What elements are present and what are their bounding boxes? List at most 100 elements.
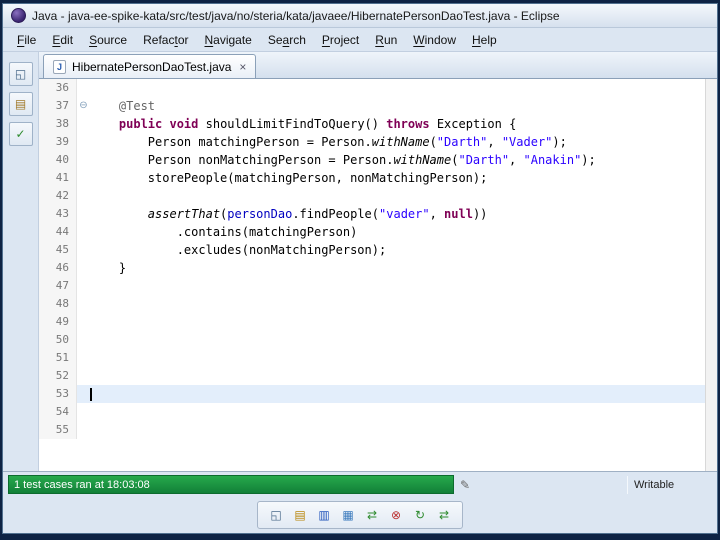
test-progress-bar: 1 test cases ran at 18:03:08	[8, 475, 454, 494]
line-number: 50	[39, 331, 77, 349]
relaunch-icon[interactable]: ⇄	[434, 505, 454, 525]
package-explorer-icon[interactable]: ▤	[8, 92, 33, 116]
tab-close-icon[interactable]: ×	[237, 60, 246, 74]
restore-view-icon[interactable]: ◱	[8, 62, 33, 86]
code-line-body	[77, 79, 705, 97]
title-bar[interactable]: Java - java-ee-spike-kata/src/test/java/…	[3, 4, 717, 28]
line-number: 49	[39, 313, 77, 331]
line-number: 38	[39, 115, 77, 133]
code-line-body: ⊖ @Test	[77, 97, 705, 115]
code-lines: 36 37 ⊖ @Test 38 public void shouldLimitFin…	[39, 79, 705, 471]
bottom-toolbar: ◱ ▤ ▥ ▦ ⇄ ⊗ ↻ ⇄	[257, 501, 463, 529]
fold-margin	[77, 349, 90, 367]
line-number: 47	[39, 277, 77, 295]
menu-item-project[interactable]: Project	[314, 30, 367, 50]
code-line[interactable]: 46 }	[39, 259, 705, 277]
line-number: 46	[39, 259, 77, 277]
code-text: storePeople(matchingPerson, nonMatchingP…	[90, 171, 488, 185]
line-number: 48	[39, 295, 77, 313]
menu-bar: File Edit Source Refactor Navigate Search Proj…	[3, 28, 717, 52]
line-number: 51	[39, 349, 77, 367]
rerun-tests-icon[interactable]: ⇄	[362, 505, 382, 525]
code-line[interactable]: 54	[39, 403, 705, 421]
editor-stack: J HibernatePersonDaoTest.java × 36 37 ⊖ @T…	[39, 52, 717, 471]
fold-margin	[77, 259, 90, 277]
code-line[interactable]: 38 public void shouldLimitFindToQuery() …	[39, 115, 705, 133]
test-progress-text: 1 test cases ran at 18:03:08	[14, 478, 150, 491]
stop-test-icon[interactable]: ⊗	[386, 505, 406, 525]
code-line-body	[77, 295, 705, 313]
test-report-icon[interactable]: ▥	[314, 505, 334, 525]
fold-margin	[77, 295, 90, 313]
menu-item-source[interactable]: Source	[81, 30, 135, 50]
menu-item-search[interactable]: Search	[260, 30, 314, 50]
line-number: 42	[39, 187, 77, 205]
code-line-body	[77, 277, 705, 295]
code-line[interactable]: 50	[39, 331, 705, 349]
line-number: 45	[39, 241, 77, 259]
code-line-body: assertThat(personDao.findPeople("vader",…	[77, 205, 705, 223]
code-line-body: storePeople(matchingPerson, nonMatchingP…	[77, 169, 705, 187]
code-line[interactable]: 55	[39, 421, 705, 439]
code-line[interactable]: 45 .excludes(nonMatchingPerson);	[39, 241, 705, 259]
code-line[interactable]: 53	[39, 385, 705, 403]
tab-hibernatepersondaotest[interactable]: J HibernatePersonDaoTest.java ×	[43, 54, 257, 78]
console-icon[interactable]: ▦	[338, 505, 358, 525]
menu-item-window[interactable]: Window	[405, 30, 464, 50]
fold-margin	[77, 367, 90, 385]
code-line[interactable]: 47	[39, 277, 705, 295]
menu-item-help[interactable]: Help	[464, 30, 505, 50]
code-line-body: .excludes(nonMatchingPerson);	[77, 241, 705, 259]
code-line[interactable]: 39 Person matchingPerson = Person.withNa…	[39, 133, 705, 151]
code-line-body: }	[77, 259, 705, 277]
code-line[interactable]: 44 .contains(matchingPerson)	[39, 223, 705, 241]
code-line[interactable]: 40 Person nonMatchingPerson = Person.wit…	[39, 151, 705, 169]
pencil-icon: ✎	[460, 477, 471, 492]
code-line-body	[77, 349, 705, 367]
line-number: 37	[39, 97, 77, 115]
menu-item-refactor[interactable]: Refactor	[135, 30, 196, 50]
code-line[interactable]: 49	[39, 313, 705, 331]
rerun-failed-test-icon[interactable]: ↻	[410, 505, 430, 525]
menu-item-run[interactable]: Run	[367, 30, 405, 50]
main-content: ◱ ▤ ✓ J HibernatePersonDaoTest.java × 36 37…	[3, 52, 717, 471]
code-text: @Test	[118, 99, 156, 113]
code-text: .excludes(nonMatchingPerson);	[90, 243, 387, 257]
menu-item-edit[interactable]: Edit	[44, 30, 81, 50]
fold-margin	[77, 403, 90, 421]
code-line[interactable]: 41 storePeople(matchingPerson, nonMatchi…	[39, 169, 705, 187]
restore-junit-view-icon[interactable]: ◱	[266, 505, 286, 525]
code-text: Person matchingPerson = Person.withName(…	[90, 135, 567, 149]
line-number: 43	[39, 205, 77, 223]
fold-margin	[77, 115, 90, 133]
code-line[interactable]: 48	[39, 295, 705, 313]
code-line[interactable]: 43 assertThat(personDao.findPeople("vade…	[39, 205, 705, 223]
line-number: 41	[39, 169, 77, 187]
line-number: 36	[39, 79, 77, 97]
line-number: 55	[39, 421, 77, 439]
line-number: 54	[39, 403, 77, 421]
code-editor[interactable]: 36 37 ⊖ @Test 38 public void shouldLimitFin…	[39, 79, 717, 471]
java-file-icon: J	[53, 59, 66, 74]
code-line-body	[77, 313, 705, 331]
eclipse-window: Java - java-ee-spike-kata/src/test/java/…	[2, 3, 718, 534]
overview-ruler[interactable]	[705, 79, 717, 471]
fold-margin	[77, 385, 90, 403]
code-line[interactable]: 36	[39, 79, 705, 97]
test-hierarchy-icon[interactable]: ▤	[290, 505, 310, 525]
code-line-body	[77, 403, 705, 421]
fold-collapse-icon[interactable]: ⊖	[77, 97, 90, 115]
code-line-body	[77, 385, 705, 403]
code-line[interactable]: 52	[39, 367, 705, 385]
fold-margin	[77, 331, 90, 349]
code-line[interactable]: 37 ⊖ @Test	[39, 97, 705, 115]
fold-margin	[77, 421, 90, 439]
menu-item-file[interactable]: File	[9, 30, 44, 50]
junit-view-icon[interactable]: ✓	[8, 122, 33, 146]
menu-item-navigate[interactable]: Navigate	[196, 30, 259, 50]
code-line[interactable]: 42	[39, 187, 705, 205]
code-line-body	[77, 187, 705, 205]
code-line[interactable]: 51	[39, 349, 705, 367]
code-line-body: Person nonMatchingPerson = Person.withNa…	[77, 151, 705, 169]
fold-margin	[77, 169, 90, 187]
